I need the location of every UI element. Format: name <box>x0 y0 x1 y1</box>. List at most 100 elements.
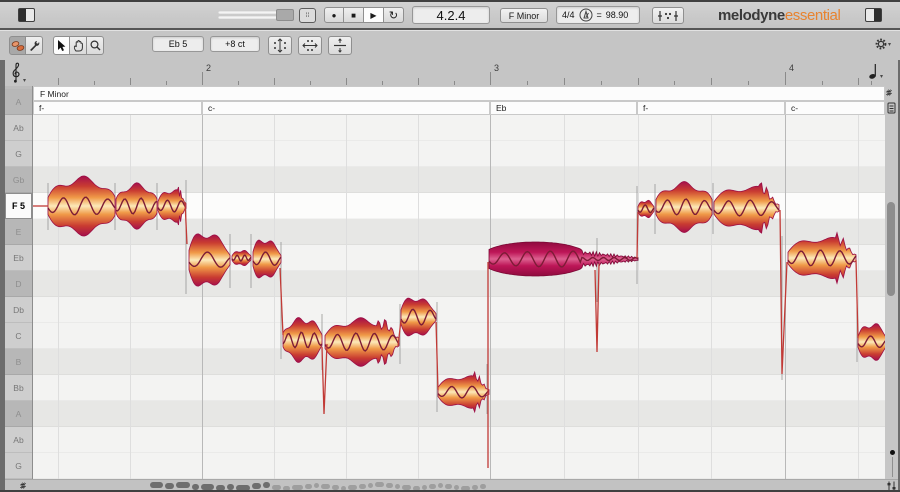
settings-button[interactable]: ▾ <box>874 37 891 51</box>
overview-note[interactable] <box>283 486 290 490</box>
chord-track-toggle-icon[interactable] <box>887 102 897 114</box>
overview-note[interactable] <box>321 484 330 489</box>
dots-icon: ⁞⁞ <box>305 12 310 19</box>
overview-note[interactable] <box>314 483 319 488</box>
note-editor-view-button[interactable] <box>652 7 684 24</box>
blob-tool[interactable] <box>9 36 26 55</box>
overview-note[interactable] <box>422 485 427 490</box>
equals-sign: = <box>596 10 602 20</box>
overview-note[interactable] <box>368 483 373 488</box>
pitch-ruler-row-f5[interactable]: F 5 <box>5 193 32 219</box>
pitch-ruler-row-eb[interactable]: Eb <box>5 245 32 271</box>
overview-note[interactable] <box>292 485 303 490</box>
chord-cell[interactable]: Eb <box>490 101 637 115</box>
zoom-dot-handle[interactable] <box>889 450 895 455</box>
pitch-ruler-row-gb[interactable]: Gb <box>5 167 32 193</box>
overview-note[interactable] <box>413 486 420 490</box>
cents-offset-field[interactable]: +8 ct <box>210 36 260 52</box>
bar-number: 2 <box>206 63 212 73</box>
overview-note[interactable] <box>429 484 436 489</box>
chord-cell[interactable]: c- <box>202 101 490 115</box>
left-panel-toggle-icon[interactable] <box>18 8 35 22</box>
note-separation-button[interactable] <box>328 36 352 55</box>
ruler-tick <box>274 78 275 85</box>
pitch-ruler-row-g[interactable]: G <box>5 453 32 479</box>
chord-cell[interactable]: f- <box>33 101 202 115</box>
overview-note[interactable] <box>395 484 400 489</box>
record-button[interactable]: ● <box>324 7 344 23</box>
overview-note[interactable] <box>227 484 234 490</box>
overview-note[interactable] <box>402 485 411 490</box>
overview-note[interactable] <box>252 483 261 489</box>
accidentals-toggle-icon[interactable]: ♯♯ <box>886 88 898 100</box>
horizontal-scrollbar[interactable]: ♯♯ <box>0 479 900 490</box>
metronome-icon[interactable] <box>579 8 593 22</box>
overview-note[interactable] <box>359 484 366 489</box>
chord-cell[interactable]: f- <box>637 101 785 115</box>
overview-note[interactable] <box>150 482 163 488</box>
vertical-scrollbar[interactable] <box>885 115 898 479</box>
overview-note[interactable] <box>165 483 174 489</box>
arrow-tool[interactable] <box>53 36 70 55</box>
stop-button[interactable]: ■ <box>344 7 364 23</box>
cycle-button[interactable]: ↻ <box>384 7 404 23</box>
pitch-ruler-row-ab[interactable]: Ab <box>5 427 32 453</box>
tempo-field[interactable]: 4/4 = 98.90 <box>556 6 640 24</box>
pitch-ruler-row-a[interactable]: A <box>5 401 32 427</box>
song-position-display[interactable]: 4.2.4 <box>412 6 490 24</box>
monitor-button[interactable]: ⁞⁞ <box>299 8 316 23</box>
pitch-ruler-row-e[interactable]: E <box>5 219 32 245</box>
bar-gridline <box>785 115 786 479</box>
overview-note[interactable] <box>386 483 393 488</box>
time-ruler[interactable]: ▾ 2 3 4 ▾ <box>0 60 900 86</box>
pitch-ruler-row-bb[interactable]: Bb <box>5 375 32 401</box>
volume-slider[interactable] <box>218 11 278 19</box>
pitch-ruler-row-d[interactable]: D <box>5 271 32 297</box>
key-button[interactable]: F Minor <box>500 8 548 23</box>
overview-note[interactable] <box>216 485 225 490</box>
overview-note[interactable] <box>438 483 443 488</box>
overview-note[interactable] <box>201 484 214 490</box>
overview-note[interactable] <box>176 482 190 488</box>
correct-pitch-macro-button[interactable] <box>268 36 292 55</box>
beat-gridline <box>418 115 419 479</box>
wrench-tool[interactable] <box>26 36 43 55</box>
overview-note[interactable] <box>263 482 270 488</box>
overview-note[interactable] <box>192 484 199 490</box>
play-button[interactable]: ▶ <box>364 7 384 23</box>
chord-track[interactable]: f-c- Eb f-c- <box>33 101 885 115</box>
overview-note[interactable] <box>445 484 452 489</box>
overview-note[interactable] <box>375 482 384 487</box>
pitch-ruler-row-b[interactable]: B <box>5 349 32 375</box>
note-editor-grid[interactable] <box>33 115 885 479</box>
right-panel-toggle-icon[interactable] <box>865 8 882 22</box>
overview-note[interactable] <box>461 486 470 490</box>
pitch-ruler-row-ab[interactable]: Ab <box>5 115 32 141</box>
zoom-tool[interactable] <box>87 36 104 55</box>
overview-note[interactable] <box>480 484 486 489</box>
scroll-zoom-tool-icon[interactable] <box>885 480 898 490</box>
pitch-ruler-row-g[interactable]: G <box>5 141 32 167</box>
overview-note[interactable] <box>332 485 339 490</box>
overview-note[interactable] <box>348 485 357 490</box>
overview-note[interactable] <box>472 485 478 490</box>
overview-note[interactable] <box>272 485 281 490</box>
key-track[interactable]: F Minor <box>33 86 885 101</box>
clef-selector[interactable]: ▾ <box>9 61 26 84</box>
vertical-scrollbar-thumb[interactable] <box>887 202 895 296</box>
quantize-time-macro-button[interactable] <box>298 36 322 55</box>
overview-note[interactable] <box>341 486 346 490</box>
pitch-ruler-row-c[interactable]: C <box>5 323 32 349</box>
overview-note[interactable] <box>236 485 250 490</box>
pitch-ruler-row-db[interactable]: Db <box>5 297 32 323</box>
overview-note[interactable] <box>305 484 312 489</box>
note-pitch-field[interactable]: Eb 5 <box>152 36 204 52</box>
overview-note[interactable] <box>454 485 459 490</box>
hash-icon[interactable]: ♯♯ <box>20 481 26 490</box>
pitch-ruler[interactable]: A Ab G Gb F 5 E Eb D Db C B Bb A Ab G <box>5 86 33 479</box>
note-value-selector[interactable]: ▾ <box>868 62 883 80</box>
chord-cell[interactable]: c- <box>785 101 885 115</box>
volume-slider-handle[interactable] <box>276 9 294 21</box>
pitch-ruler-row-a[interactable]: A <box>5 89 32 115</box>
hand-tool[interactable] <box>70 36 87 55</box>
